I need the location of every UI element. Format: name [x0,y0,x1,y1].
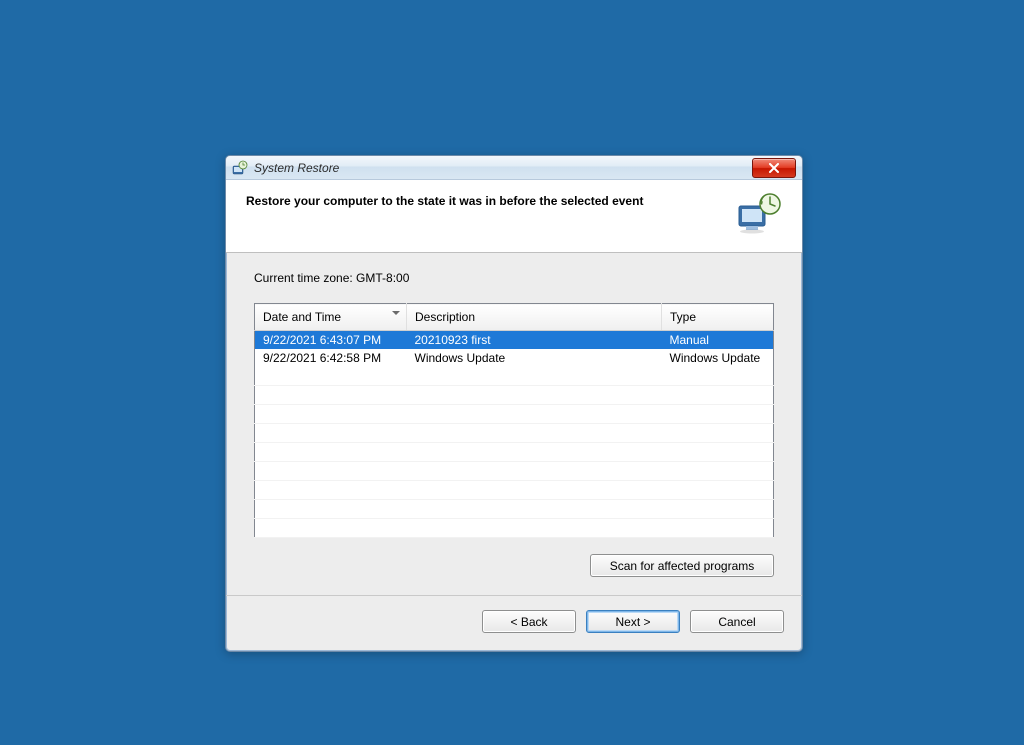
system-restore-icon [232,160,248,176]
table-row [255,367,774,386]
close-icon [768,163,780,173]
col-date-time[interactable]: Date and Time [255,304,407,331]
table-row [255,500,774,519]
scan-affected-programs-button[interactable]: Scan for affected programs [590,554,774,577]
page-heading: Restore your computer to the state it wa… [246,192,736,208]
next-button[interactable]: Next > [586,610,680,633]
system-restore-window: System Restore Restore your computer to … [225,155,803,652]
cancel-button[interactable]: Cancel [690,610,784,633]
table-row[interactable]: 9/22/2021 6:42:58 PM Windows Update Wind… [255,349,774,367]
col-description[interactable]: Description [407,304,662,331]
table-row [255,481,774,500]
scan-button-area: Scan for affected programs [254,554,774,577]
close-button[interactable] [752,158,796,178]
table-row [255,462,774,481]
table-header-row: Date and Time Description Type [255,304,774,331]
titlebar[interactable]: System Restore [226,156,802,180]
window-title: System Restore [254,161,752,175]
restore-points-table[interactable]: Date and Time Description Type 9/22/2021… [254,303,774,538]
col-type[interactable]: Type [662,304,774,331]
sort-desc-icon [392,311,400,315]
dialog-footer: < Back Next > Cancel [226,595,802,651]
dialog-body: Current time zone: GMT-8:00 Date and Tim… [226,253,802,595]
table-row[interactable]: 9/22/2021 6:43:07 PM 20210923 first Manu… [255,331,774,350]
table-row [255,519,774,538]
timezone-label: Current time zone: GMT-8:00 [254,271,774,285]
table-row [255,424,774,443]
restore-illustration-icon [736,192,782,234]
back-button[interactable]: < Back [482,610,576,633]
header-band: Restore your computer to the state it wa… [226,180,802,253]
table-row [255,443,774,462]
table-row [255,386,774,405]
table-row [255,405,774,424]
